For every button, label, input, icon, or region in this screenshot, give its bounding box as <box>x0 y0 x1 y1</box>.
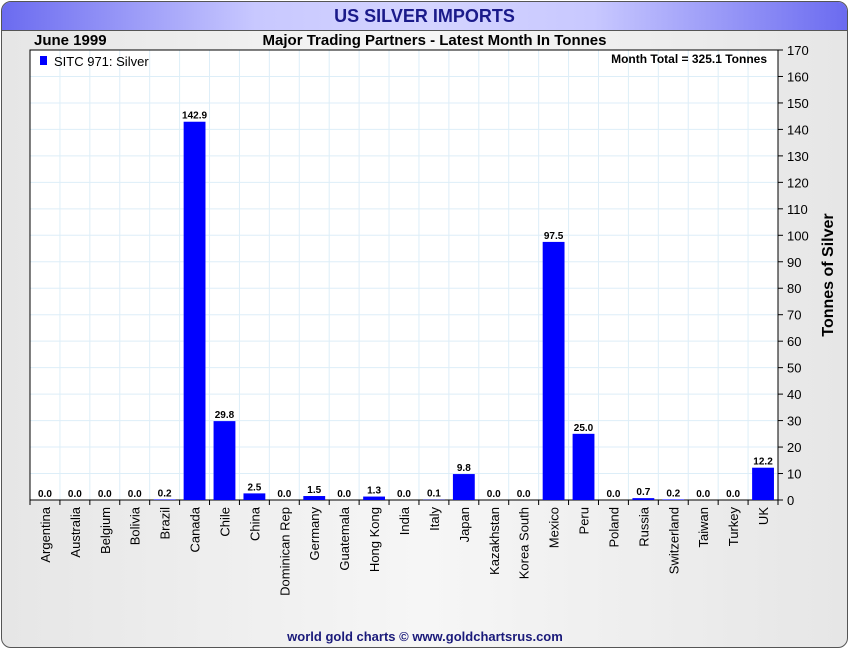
data-label: 2.5 <box>247 482 261 493</box>
data-label: 0.0 <box>696 489 710 500</box>
data-label: 0.2 <box>158 488 172 499</box>
x-tick-label: Taiwan <box>696 507 711 547</box>
x-tick-label: Japan <box>457 507 472 542</box>
y-tick-label: 130 <box>787 149 809 164</box>
y-tick-label: 150 <box>787 96 809 111</box>
bar <box>363 496 386 500</box>
x-tick-label: Canada <box>188 506 203 552</box>
data-label: 0.7 <box>636 487 650 498</box>
x-tick-label: Bolivia <box>128 506 143 545</box>
x-tick-label: Germany <box>307 507 322 561</box>
data-label: 12.2 <box>753 457 773 468</box>
plot-area <box>30 50 778 500</box>
data-label: 0.0 <box>606 489 620 500</box>
y-tick-label: 120 <box>787 175 809 190</box>
bar <box>632 498 655 500</box>
x-tick-label: Korea South <box>517 507 532 579</box>
bar <box>213 421 236 500</box>
x-tick-label: UK <box>756 507 771 525</box>
data-label: 1.3 <box>367 486 381 497</box>
x-tick-label: Dominican Rep <box>277 507 292 596</box>
x-tick-label: Belgium <box>98 507 113 554</box>
bar-chart: 0 10 20 30 40 50 60 70 80 90 100 110 120 130 140 150 160… <box>29 43 837 596</box>
x-tick-label: Italy <box>427 507 442 531</box>
data-label: 0.0 <box>397 489 411 500</box>
legend-label: SITC 971: Silver <box>54 54 149 69</box>
data-label: 0.0 <box>68 489 82 500</box>
data-label: 29.8 <box>215 410 235 421</box>
x-tick-label: Chile <box>217 507 232 537</box>
x-tick-label: Kazakhstan <box>487 507 502 575</box>
y-tick-label: 20 <box>787 440 801 455</box>
x-tick-label: Switzerland <box>666 507 681 574</box>
bar <box>542 241 565 501</box>
data-label: 0.0 <box>487 489 501 500</box>
data-label: 0.1 <box>427 489 441 500</box>
x-tick-label: Mexico <box>547 507 562 548</box>
x-tick-label: China <box>247 506 262 541</box>
x-tick-label: India <box>397 506 412 535</box>
bar <box>243 493 266 500</box>
y-tick-label: 140 <box>787 122 809 137</box>
data-label: 97.5 <box>544 231 564 242</box>
bar <box>303 496 326 500</box>
y-tick-label: 10 <box>787 467 801 482</box>
bar <box>752 467 774 500</box>
y-tick-label: 70 <box>787 308 801 323</box>
bar <box>662 499 685 500</box>
x-tick-label: Brazil <box>158 507 173 540</box>
data-label: 0.0 <box>517 489 531 500</box>
data-label: 0.0 <box>726 489 740 500</box>
y-tick-label: 110 <box>787 202 808 217</box>
x-tick-label: Poland <box>606 507 621 547</box>
footer-credit: world gold charts © www.goldchartsrus.co… <box>287 629 563 644</box>
data-label: 0.0 <box>128 489 142 500</box>
y-axis-label: Tonnes of Silver <box>820 213 837 336</box>
x-tick-label: Guatemala <box>337 506 352 570</box>
y-tick-label: 80 <box>787 281 801 296</box>
y-tick-label: 50 <box>787 361 801 376</box>
data-label: 0.0 <box>337 489 351 500</box>
bar <box>153 499 176 500</box>
bar <box>183 121 206 500</box>
x-tick-label: Russia <box>636 506 651 547</box>
x-tick-label: Turkey <box>726 507 741 547</box>
x-tick-label: Peru <box>577 507 592 534</box>
data-label: 25.0 <box>574 423 594 434</box>
y-tick-label: 30 <box>787 414 801 429</box>
month-total-annotation: Month Total = 325.1 Tonnes <box>611 52 767 66</box>
x-tick-label: Hong Kong <box>367 507 382 572</box>
y-tick-label: 170 <box>787 43 809 58</box>
y-tick-label: 60 <box>787 334 801 349</box>
y-tick-label: 160 <box>787 69 809 84</box>
bar <box>572 433 595 500</box>
legend-swatch <box>40 56 47 65</box>
x-tick-label: Argentina <box>38 506 53 562</box>
y-tick-label: 40 <box>787 387 801 402</box>
x-tick-label: Australia <box>68 506 83 557</box>
data-label: 0.0 <box>98 489 112 500</box>
data-label: 0.2 <box>666 488 680 499</box>
y-tick-label: 100 <box>787 228 809 243</box>
data-label: 0.0 <box>38 489 52 500</box>
data-label: 0.0 <box>277 489 291 500</box>
data-label: 9.8 <box>457 463 471 474</box>
bar <box>452 474 475 500</box>
data-label: 142.9 <box>182 111 207 122</box>
data-label: 1.5 <box>307 485 321 496</box>
y-tick-label: 90 <box>787 255 801 270</box>
y-tick-label: 0 <box>787 493 794 508</box>
